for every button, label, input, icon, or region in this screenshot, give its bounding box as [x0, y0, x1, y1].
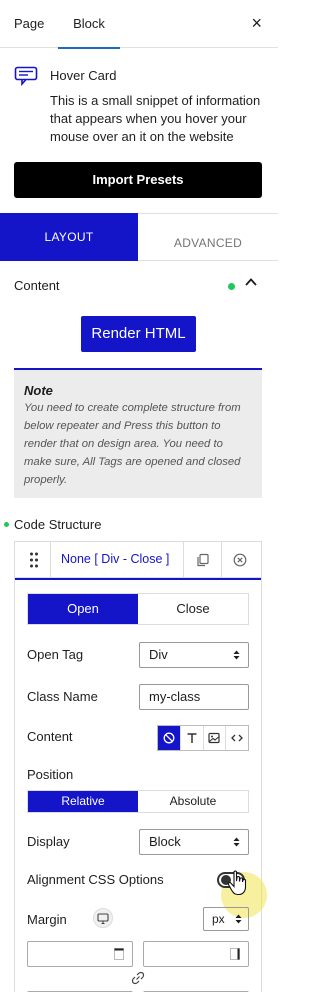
updown-arrows-icon	[233, 837, 240, 847]
status-dot	[4, 522, 9, 527]
display-value: Block	[149, 834, 181, 849]
divider	[50, 542, 51, 578]
tab-advanced[interactable]: ADVANCED	[138, 220, 278, 267]
repeater-item-body: Open Close Open Tag Div Class Name my-cl…	[15, 578, 267, 992]
open-tag-label: Open Tag	[27, 647, 84, 662]
repeater-item-title[interactable]: None [ Div - Close ]	[61, 552, 169, 566]
margin-label: Margin	[27, 912, 67, 927]
class-name-input[interactable]: my-class	[139, 684, 249, 710]
repeater-item-header[interactable]: None [ Div - Close ]	[15, 542, 261, 578]
remove-icon[interactable]	[233, 553, 247, 567]
content-type-group	[157, 725, 249, 751]
monitor-icon[interactable]	[93, 908, 113, 928]
code-structure-repeater: None [ Div - Close ] Open Close Open Tag…	[14, 541, 267, 992]
side-top-icon	[114, 948, 124, 960]
tab-layout[interactable]: LAYOUT	[0, 213, 138, 261]
render-html-button[interactable]: Render HTML	[81, 316, 196, 352]
position-label: Position	[27, 767, 74, 782]
close-option[interactable]: Close	[138, 594, 248, 624]
divider	[183, 542, 184, 578]
block-description: This is a small snippet of information t…	[50, 93, 261, 144]
note-title: Note	[24, 383, 53, 398]
updown-arrows-icon	[233, 650, 240, 660]
close-icon[interactable]: ×	[251, 13, 262, 33]
tab-block[interactable]: Block	[58, 0, 120, 49]
hand-cursor-icon	[227, 870, 247, 896]
content-section-heading[interactable]: Content	[14, 278, 60, 293]
panel-tabs: LAYOUT ADVANCED	[0, 213, 278, 261]
side-right-icon	[230, 948, 240, 960]
margin-right-input[interactable]	[143, 941, 249, 967]
block-title: Hover Card	[50, 68, 117, 83]
sidebar-top-tabs: Page Block ×	[0, 0, 278, 49]
image-icon[interactable]	[204, 726, 227, 750]
code-icon[interactable]	[226, 726, 248, 750]
display-select[interactable]: Block	[139, 829, 249, 855]
content-label: Content	[27, 729, 73, 744]
copy-icon[interactable]	[196, 553, 210, 567]
block-card: Hover Card This is a small snippet of in…	[0, 48, 278, 213]
alignment-css-label: Alignment CSS Options	[27, 872, 164, 887]
open-tag-value: Div	[149, 647, 168, 662]
display-label: Display	[27, 834, 70, 849]
relative-option[interactable]: Relative	[28, 791, 138, 812]
text-icon[interactable]	[181, 726, 204, 750]
note-box: Note You need to create complete structu…	[14, 368, 262, 498]
updown-arrows-icon	[235, 914, 242, 924]
position-toggle: Relative Absolute	[27, 790, 249, 813]
margin-unit-value: px	[212, 912, 225, 926]
chevron-up-icon[interactable]	[244, 275, 258, 289]
margin-unit-select[interactable]: px	[203, 907, 249, 931]
class-name-label: Class Name	[27, 689, 98, 704]
import-presets-button[interactable]: Import Presets	[14, 162, 262, 198]
drag-handle-icon[interactable]	[29, 551, 39, 569]
absolute-option[interactable]: Absolute	[138, 791, 248, 812]
hover-card-icon	[14, 66, 38, 86]
code-structure-heading: Code Structure	[14, 517, 102, 532]
tab-page[interactable]: Page	[14, 0, 44, 48]
link-values-icon[interactable]	[129, 969, 147, 987]
tag-mode-toggle: Open Close	[27, 593, 249, 625]
open-option[interactable]: Open	[28, 594, 138, 624]
none-icon[interactable]	[158, 726, 181, 750]
divider	[221, 542, 222, 578]
open-tag-select[interactable]: Div	[139, 642, 249, 668]
status-dot	[228, 283, 235, 290]
margin-top-input[interactable]	[27, 941, 133, 967]
note-text: You need to create complete structure fr…	[24, 402, 241, 486]
